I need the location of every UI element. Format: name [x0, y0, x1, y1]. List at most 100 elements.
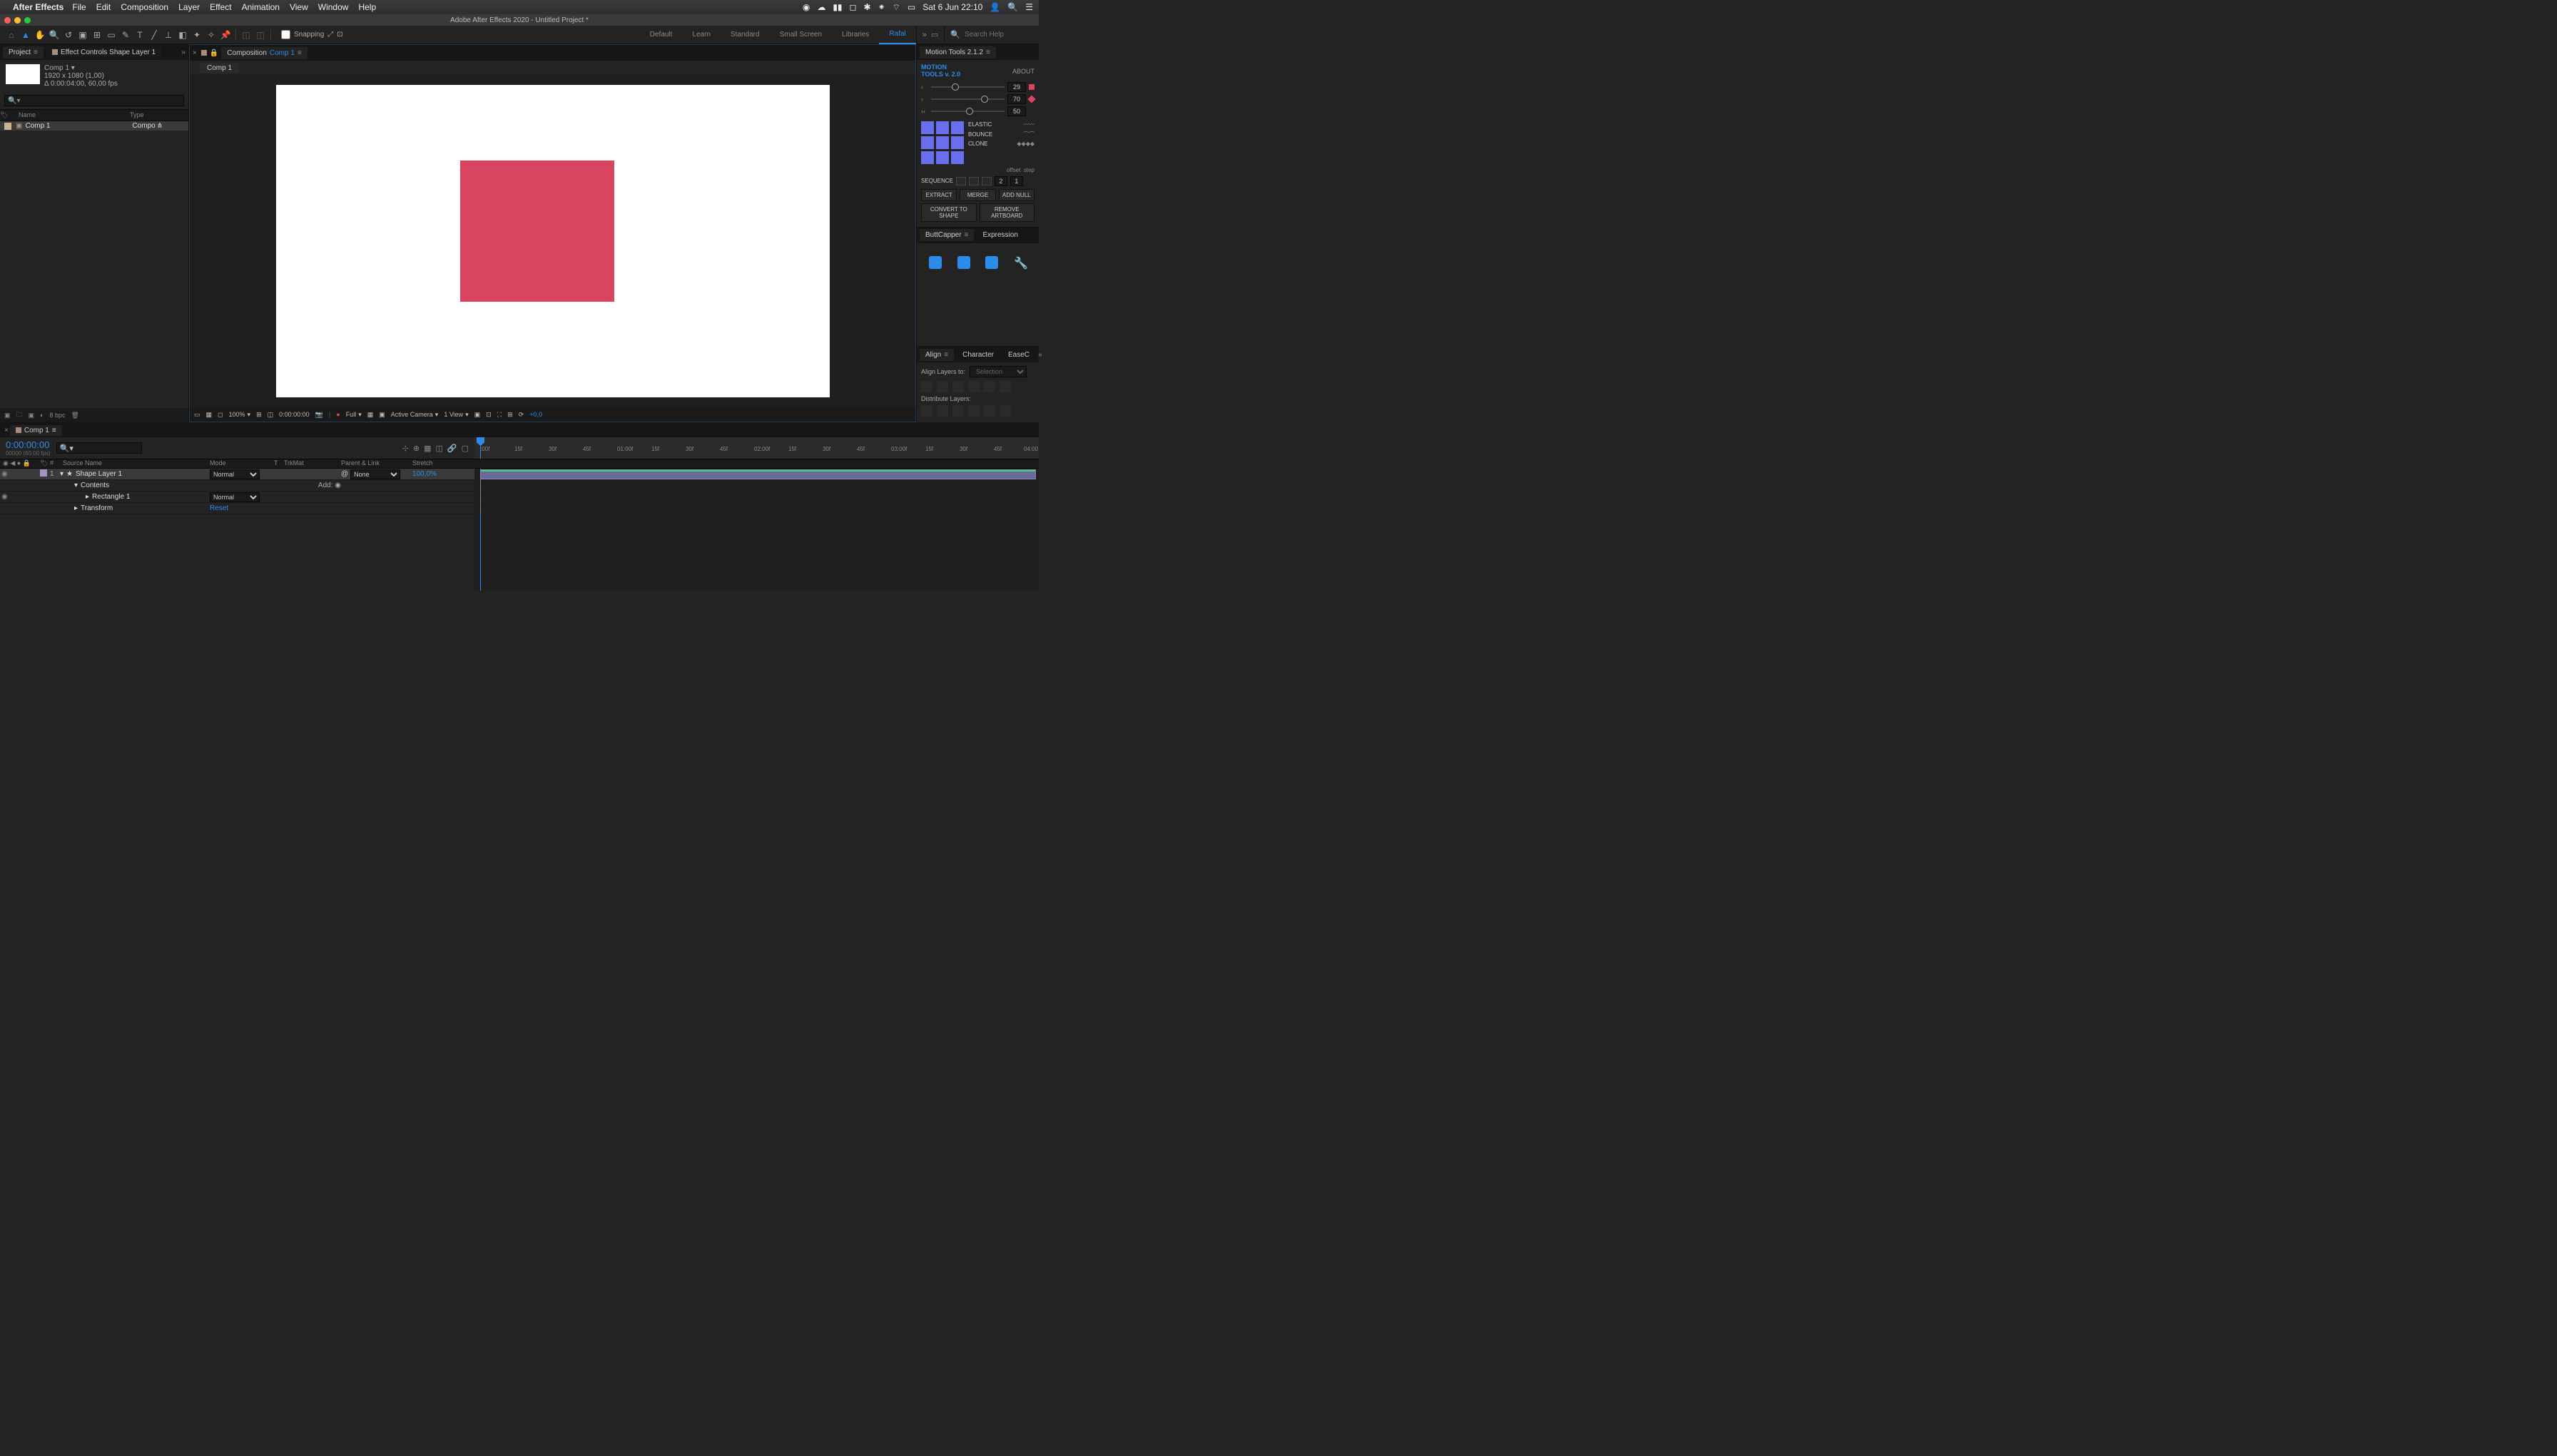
bpc-button[interactable]: 8 bpc — [49, 412, 65, 419]
tab-composition[interactable]: Composition Comp 1 ≡ — [221, 47, 307, 59]
project-row-comp1[interactable]: ▣ Comp 1 Compo ⋔ — [0, 121, 188, 131]
projecting-cap-button[interactable] — [985, 256, 998, 269]
layer-label-swatch[interactable] — [40, 469, 47, 477]
fill-icon[interactable]: ◫ — [239, 28, 253, 42]
elastic-button[interactable]: ELASTIC — [968, 121, 992, 128]
panel-overflow-icon[interactable]: » — [1038, 351, 1042, 359]
tab-close-icon[interactable]: × — [4, 427, 9, 434]
status-icon[interactable]: ✱ — [864, 2, 871, 12]
dist-bottom-icon[interactable] — [952, 405, 964, 417]
pan-behind-tool[interactable]: ⊞ — [90, 28, 104, 42]
zoom-tool[interactable]: 🔍 — [47, 28, 61, 42]
convert-to-shape-button[interactable]: CONVERT TO SHAPE — [921, 203, 977, 222]
num-col-header[interactable]: # — [50, 459, 60, 468]
stretch-value[interactable]: 100,0% — [412, 470, 455, 478]
trkmat-col-header[interactable]: TrkMat — [284, 459, 341, 468]
settings-icon[interactable]: 🔧 — [1014, 256, 1027, 269]
menu-animation[interactable]: Animation — [242, 2, 280, 12]
workspace-small-screen[interactable]: Small Screen — [770, 26, 832, 44]
align-to-dropdown[interactable]: Selection — [970, 366, 1027, 377]
spotlight-icon[interactable]: 🔍 — [1007, 2, 1018, 12]
panel-menu-icon[interactable]: ≡ — [298, 49, 302, 57]
layer-duration-bar[interactable] — [480, 469, 1036, 479]
visibility-icon[interactable]: ◉ — [1, 493, 8, 501]
puppet-tool[interactable]: ✧ — [204, 28, 218, 42]
resolution-dropdown[interactable]: Full ▾ — [346, 411, 362, 419]
new-folder-icon[interactable]: 🗀 — [16, 409, 23, 421]
panel-menu-icon[interactable]: ≡ — [52, 427, 56, 434]
lock-icon[interactable]: 🔒 — [210, 49, 218, 57]
dist-right-icon[interactable] — [1000, 405, 1011, 417]
apply-icon[interactable] — [1029, 84, 1035, 90]
ease-out-value[interactable]: 70 — [1007, 94, 1026, 104]
anchor-mr[interactable] — [951, 136, 964, 149]
user-icon[interactable]: 👤 — [990, 2, 1000, 12]
help-search-input[interactable] — [965, 31, 1029, 39]
tab-buttcapper[interactable]: ButtCapper ≡ — [920, 229, 974, 241]
ease-in-value[interactable]: 29 — [1007, 82, 1026, 92]
col-name[interactable]: Name — [16, 111, 130, 119]
control-center-icon[interactable]: ☰ — [1025, 2, 1033, 12]
zoom-dropdown[interactable]: 100% ▾ — [229, 411, 251, 419]
align-bottom-icon[interactable] — [1000, 381, 1011, 392]
mode-col-header[interactable]: Mode — [210, 459, 274, 468]
snapshot-icon[interactable]: 📷 — [315, 411, 323, 419]
dist-left-icon[interactable] — [968, 405, 980, 417]
blend-mode-dropdown[interactable]: Normal — [210, 469, 260, 479]
tab-expression[interactable]: Expression — [977, 229, 1023, 241]
zoom-window-button[interactable] — [24, 17, 31, 24]
snapping-checkbox[interactable] — [281, 30, 290, 39]
timeline-tracks[interactable] — [474, 469, 1039, 591]
clone-stamp-tool[interactable]: ⊥ — [161, 28, 176, 42]
new-comp-icon[interactable]: ▣ — [29, 412, 35, 419]
anchor-tc[interactable] — [936, 121, 949, 134]
menu-file[interactable]: File — [72, 2, 86, 12]
status-icon[interactable]: ◻ — [850, 2, 857, 12]
butt-cap-button[interactable] — [929, 256, 942, 269]
bounce-wave-icon[interactable]: ⌒⌒ — [1023, 131, 1035, 138]
align-right-icon[interactable] — [952, 381, 964, 392]
tl-icon[interactable]: ▦ — [424, 444, 431, 453]
view-opt-icon[interactable]: ⛶ — [497, 411, 502, 419]
stroke-icon[interactable]: ◫ — [253, 28, 268, 42]
menu-layer[interactable]: Layer — [178, 2, 200, 12]
anchor-tr[interactable] — [951, 121, 964, 134]
cc-status-icon[interactable]: ◉ — [803, 2, 810, 12]
col-type[interactable]: Type — [130, 111, 188, 119]
menu-view[interactable]: View — [290, 2, 308, 12]
interpret-footage-icon[interactable]: ▣ — [4, 412, 11, 419]
workspace-default[interactable]: Default — [640, 26, 683, 44]
label-col-header[interactable]: 🏷 — [40, 459, 50, 468]
parent-dropdown[interactable]: None — [350, 469, 400, 479]
seq-step-value[interactable]: 1 — [1010, 176, 1023, 186]
brush-tool[interactable]: ╱ — [147, 28, 161, 42]
seq-offset-value[interactable]: 2 — [995, 176, 1007, 186]
label-color-swatch[interactable] — [4, 123, 11, 130]
snap-opt-icon[interactable]: ⤢ — [327, 31, 333, 39]
tab-close-icon[interactable]: × — [193, 49, 197, 57]
align-top-icon[interactable] — [968, 381, 980, 392]
panel-overflow-icon[interactable]: » — [181, 49, 185, 56]
workspace-reset-icon[interactable]: ▭ — [931, 30, 938, 39]
dist-vcenter-icon[interactable] — [937, 405, 948, 417]
align-hcenter-icon[interactable] — [937, 381, 948, 392]
selection-tool[interactable]: ▲ — [19, 28, 33, 42]
t-col-header[interactable]: T — [274, 459, 284, 468]
composition-canvas[interactable] — [276, 85, 830, 397]
align-vcenter-icon[interactable] — [984, 381, 995, 392]
ease-in-slider[interactable]: ‹ 29 — [921, 82, 1035, 92]
tl-icon[interactable]: 🔗 — [447, 444, 457, 453]
anchor-bc[interactable] — [936, 151, 949, 164]
resolution-icon[interactable]: ⊞ — [256, 411, 262, 419]
clone-dots-icon[interactable]: ◆◆◆◆ — [1017, 141, 1035, 147]
rectangle-tool[interactable]: ▭ — [104, 28, 118, 42]
home-button[interactable]: ⌂ — [4, 28, 19, 42]
workspace-learn[interactable]: Learn — [682, 26, 721, 44]
exposure-value[interactable]: +0,0 — [529, 411, 542, 418]
layer-contents-row[interactable]: ▾Contents Add: ◉ — [0, 480, 474, 492]
roi-icon[interactable]: ◫ — [268, 411, 274, 419]
merge-button[interactable]: MERGE — [960, 189, 995, 201]
blend-mode-dropdown[interactable]: Normal — [210, 492, 260, 502]
menu-help[interactable]: Help — [358, 2, 376, 12]
menu-window[interactable]: Window — [318, 2, 349, 12]
